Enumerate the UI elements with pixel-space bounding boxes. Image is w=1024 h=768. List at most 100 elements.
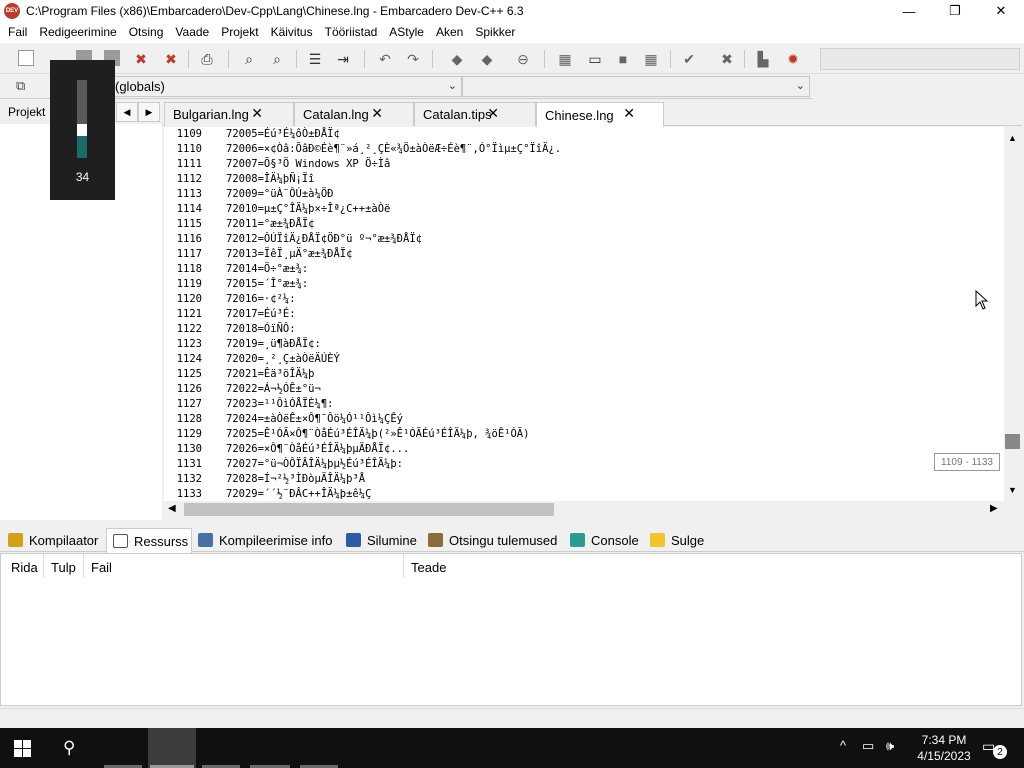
menu-view[interactable]: Vaade xyxy=(169,22,215,43)
menu-edit[interactable]: Redigeerimine xyxy=(33,22,122,43)
speaker-icon[interactable]: 🕪 xyxy=(886,738,894,754)
tab-project[interactable]: Projekt xyxy=(8,105,45,119)
scroll-position-tooltip: 1109 - 1133 xyxy=(934,453,1000,471)
toolbar-compiler-field[interactable] xyxy=(820,48,1020,70)
compile-run-icon[interactable]: ■ xyxy=(614,50,632,68)
horizontal-scroll-thumb[interactable] xyxy=(184,503,554,516)
menu-search[interactable]: Otsing xyxy=(123,22,170,43)
horizontal-scrollbar[interactable]: ◀ ▶ xyxy=(164,501,1004,518)
menu-window[interactable]: Aken xyxy=(430,22,469,43)
redo-icon[interactable]: ↷ xyxy=(404,50,422,68)
taskbar-app-devcpp[interactable] xyxy=(148,728,196,768)
chevron-down-icon[interactable]: ⌄ xyxy=(448,79,457,92)
line-number: 1116 xyxy=(176,233,202,245)
compile-icon[interactable]: ▦ xyxy=(556,50,574,68)
line-number: 1117 xyxy=(176,248,202,260)
replace-icon[interactable]: ⌕ xyxy=(268,50,286,68)
column-header-line[interactable]: Rida xyxy=(11,560,38,575)
tab-resources[interactable]: Ressurss xyxy=(106,528,192,553)
scroll-down-icon[interactable]: ▼ xyxy=(1006,483,1019,497)
column-divider[interactable] xyxy=(83,554,84,578)
tab-close-icon[interactable]: ✕ xyxy=(251,105,263,122)
clock-time: 7:34 PM xyxy=(921,733,967,747)
close-all-icon[interactable]: ✖ xyxy=(162,50,180,68)
profile-icon[interactable]: ▙ xyxy=(754,50,772,68)
close-file-icon[interactable]: ✖ xyxy=(132,50,150,68)
tab-close-icon[interactable]: ✕ xyxy=(487,105,499,122)
tray-expand-icon[interactable]: ^ xyxy=(840,738,846,753)
goto-line-icon[interactable]: ☰ xyxy=(306,50,324,68)
line-text: 72028=Í¬²½³ÌÐòµÄÎÄ¼þ³Å xyxy=(226,473,366,485)
line-text: 72017=Éú³É: xyxy=(226,308,296,320)
indent-icon[interactable]: ⇥ xyxy=(334,50,352,68)
new-file-icon[interactable] xyxy=(18,50,34,66)
scroll-up-icon[interactable]: ▲ xyxy=(1006,131,1019,145)
code-line: 1117 72013=ÏêÏ¸µÄ°æ±¾ÐÅÏ¢ xyxy=(164,247,353,262)
tab-close-icon[interactable]: ✕ xyxy=(623,105,635,122)
mouse-cursor-icon xyxy=(975,290,989,310)
column-header-file[interactable]: Fail xyxy=(91,560,112,575)
class-icon: ⧉ xyxy=(16,78,26,93)
compile-log-icon xyxy=(198,533,213,547)
volume-flyout: 34 xyxy=(50,60,115,200)
close-button[interactable]: ✕ xyxy=(978,0,1024,22)
print-icon[interactable]: ⎙ xyxy=(198,50,216,68)
scroll-right-icon[interactable]: ▶ xyxy=(990,503,998,514)
stop-icon[interactable]: ✖ xyxy=(718,50,736,68)
run-icon[interactable]: ▭ xyxy=(586,50,604,68)
undo-icon[interactable]: ↶ xyxy=(376,50,394,68)
check-syntax-icon[interactable]: ✔ xyxy=(680,50,698,68)
tab-catalan-lng[interactable]: Catalan.lng ✕ xyxy=(294,102,414,126)
menu-execute[interactable]: Käivitus xyxy=(265,22,319,43)
vertical-scrollbar[interactable]: ▲ ▼ xyxy=(1004,127,1021,501)
find-icon[interactable]: ⌕ xyxy=(240,50,258,68)
tab-label: Chinese.lng xyxy=(545,107,614,123)
menu-astyle[interactable]: AStyle xyxy=(383,22,430,43)
menu-tools[interactable]: Tööriistad xyxy=(319,22,384,43)
line-number: 1129 xyxy=(176,428,202,440)
menu-help[interactable]: Spikker xyxy=(469,22,521,43)
menu-project[interactable]: Projekt xyxy=(215,22,264,43)
bookmark-prev-icon[interactable]: ◆ xyxy=(448,50,466,68)
tab-label: Catalan.lng xyxy=(303,107,369,122)
code-editor[interactable]: 1109 72005=Éú³É¼ôÒ±ÐÅÏ¢ 1110 72006=×¢Òâ:ÕâÐ… xyxy=(164,127,1004,501)
tab-catalan-tips[interactable]: Catalan.tips ✕ xyxy=(414,102,536,126)
tab-compile-log[interactable]: Kompileerimise info xyxy=(192,528,340,552)
function-combo[interactable]: (globals) ⌄ xyxy=(110,76,462,97)
tab-debug[interactable]: Silumine xyxy=(340,528,422,552)
editor-tab-bar: Bulgarian.lng ✕ Catalan.lng ✕ Catalan.ti… xyxy=(162,100,1022,127)
tab-close-icon[interactable]: ✕ xyxy=(371,105,383,122)
toolbar-separator xyxy=(364,50,365,68)
system-clock[interactable]: 7:34 PM 4/15/2023 xyxy=(914,732,974,764)
debug-icon[interactable]: ✹ xyxy=(784,50,802,68)
chevron-down-icon[interactable]: ⌄ xyxy=(796,79,805,92)
code-line: 1112 72008=ÎÄ¼þÑ¡Ïî xyxy=(164,172,315,187)
bookmark-next-icon[interactable]: ◆ xyxy=(478,50,496,68)
network-icon[interactable]: ▭ xyxy=(862,738,874,754)
tab-close[interactable]: Sulge xyxy=(644,528,712,552)
tab-find-results[interactable]: Otsingu tulemused xyxy=(422,528,564,552)
scroll-left-icon[interactable]: ◀ xyxy=(168,503,176,514)
tab-chinese-lng[interactable]: Chinese.lng ✕ xyxy=(536,102,664,127)
tab-bulgarian-lng[interactable]: Bulgarian.lng ✕ xyxy=(164,102,294,126)
tab-next-button[interactable]: ▶ xyxy=(138,102,160,122)
volume-slider-thumb[interactable] xyxy=(77,124,87,136)
vertical-scroll-thumb[interactable] xyxy=(1005,434,1020,449)
tab-prev-button[interactable]: ◀ xyxy=(116,102,138,122)
minimize-button[interactable]: — xyxy=(886,0,932,22)
column-divider[interactable] xyxy=(403,554,404,578)
code-line: 1113 72009=°üÀ¨ÔÚ±à¼­ÖÐ xyxy=(164,187,334,202)
compiler-icon xyxy=(8,533,23,547)
tab-compiler[interactable]: Kompilaator xyxy=(2,528,106,552)
maximize-button[interactable]: ❐ xyxy=(932,0,978,22)
windows-start-icon[interactable] xyxy=(14,740,32,758)
rebuild-icon[interactable]: ▦ xyxy=(642,50,660,68)
menu-file[interactable]: Fail xyxy=(2,22,33,43)
column-header-message[interactable]: Teade xyxy=(411,560,446,575)
toggle-comment-icon[interactable]: ⊖ xyxy=(514,50,532,68)
column-divider[interactable] xyxy=(43,554,44,578)
scope-right-combo[interactable]: ⌄ xyxy=(462,76,810,97)
column-header-column[interactable]: Tulp xyxy=(51,560,76,575)
search-icon[interactable]: ⚲ xyxy=(63,738,75,758)
tab-console[interactable]: Console xyxy=(564,528,644,552)
